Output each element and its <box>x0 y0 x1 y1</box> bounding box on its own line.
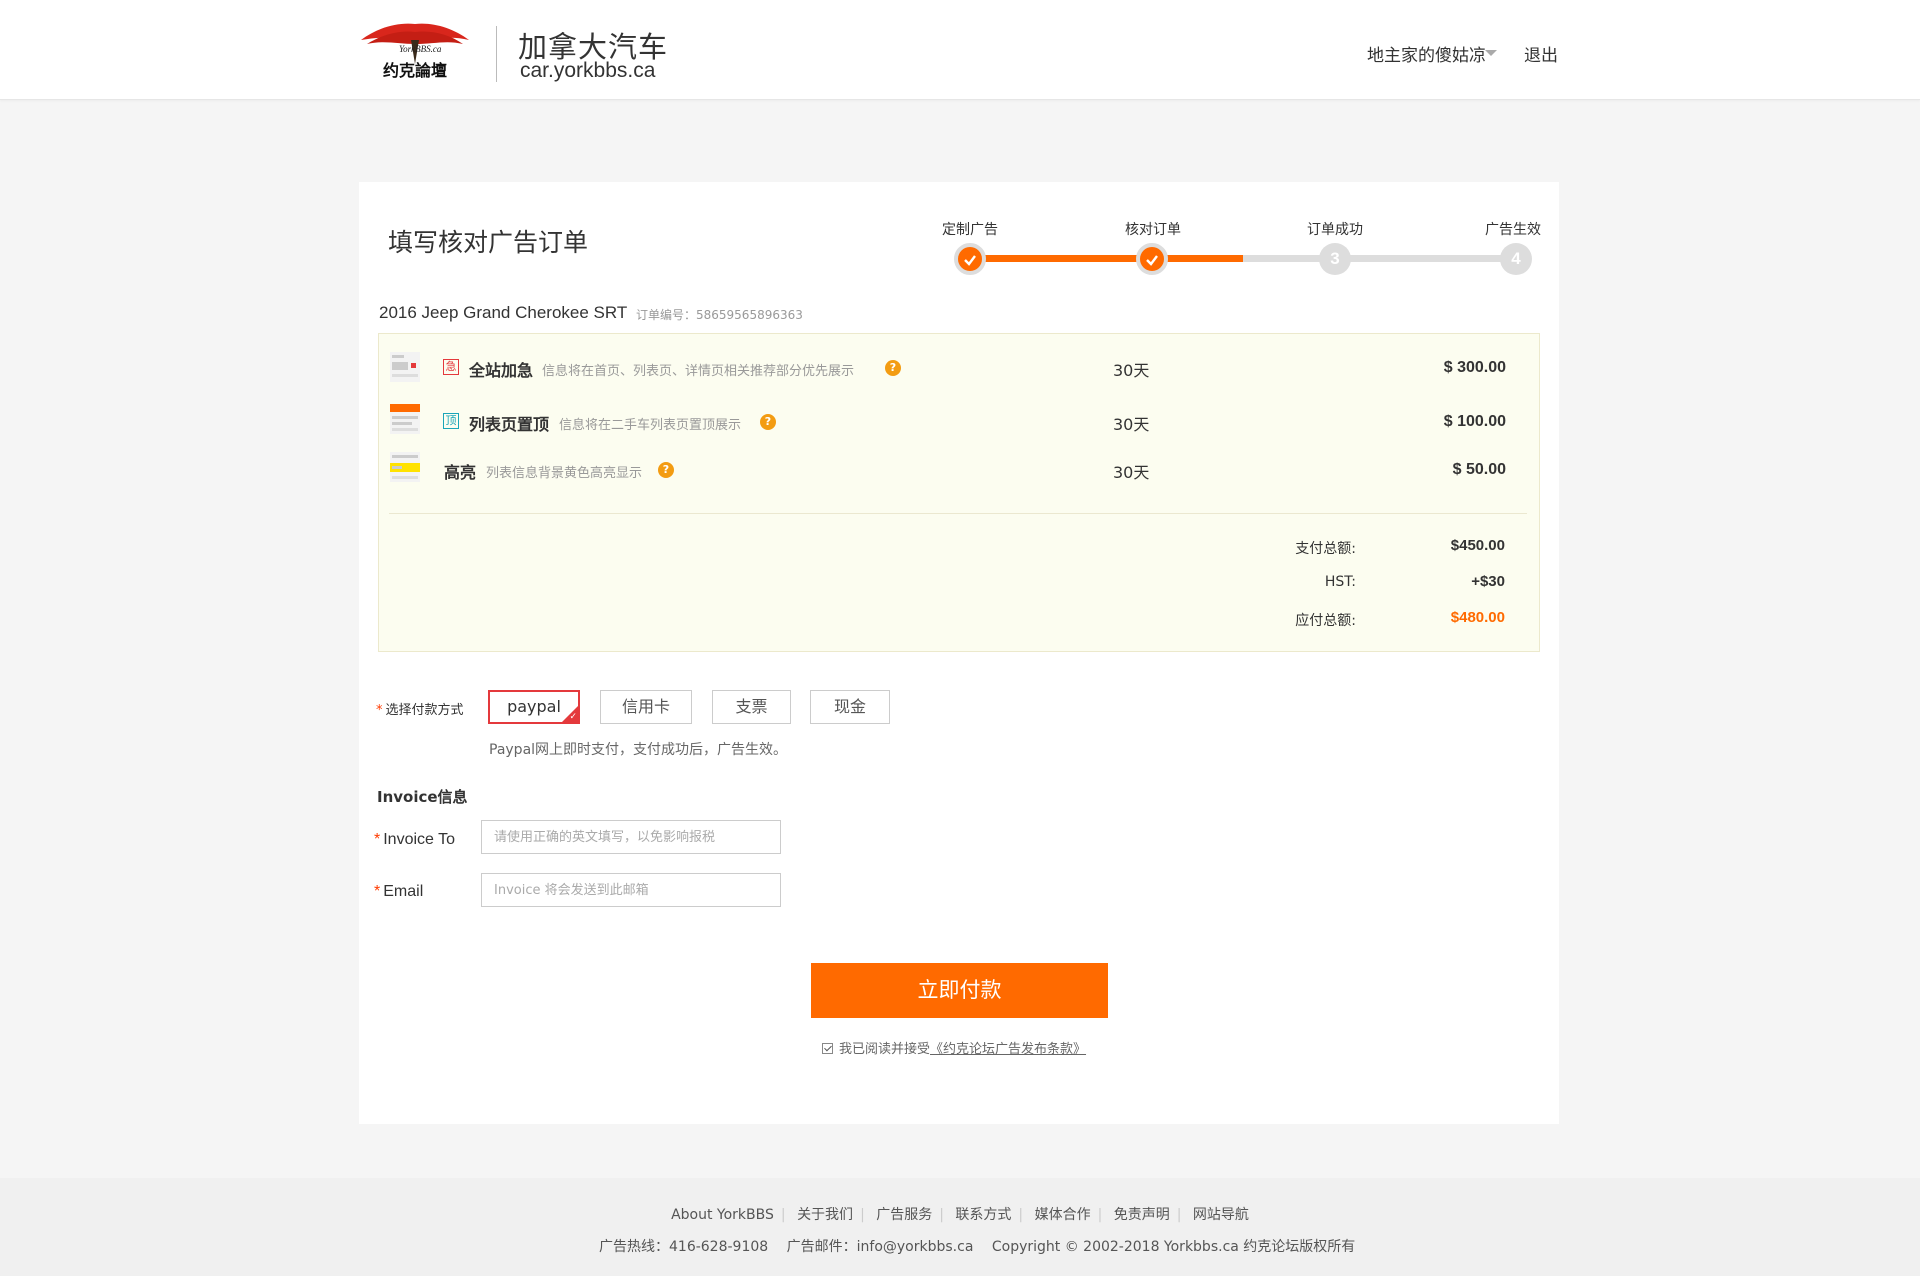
item-name: 高亮 <box>444 463 477 482</box>
email-label-text: Email <box>383 883 424 900</box>
subtotal-label: 支付总额: <box>1295 541 1356 557</box>
top-thumbnail-icon <box>390 404 420 434</box>
item-price: $ 300.00 <box>1443 359 1506 376</box>
order-summary-box <box>378 333 1540 652</box>
logo-divider <box>496 26 497 82</box>
payment-label-text: 选择付款方式 <box>385 703 464 718</box>
footer-link-sitemap[interactable]: 网站导航 <box>1193 1207 1249 1223</box>
item-name: 全站加急 <box>469 361 534 380</box>
user-menu[interactable]: 地主家的傻姑凉 <box>1367 41 1486 66</box>
email-label: * Email <box>374 883 423 901</box>
separator: | <box>939 1207 944 1223</box>
hst-label: HST: <box>1324 574 1356 590</box>
invoice-to-label: * Invoice To <box>374 831 455 849</box>
step-label-1: 定制广告 <box>942 222 998 238</box>
top-badge-icon: 顶 <box>443 413 459 429</box>
total-label: 应付总额: <box>1295 613 1356 629</box>
item-days: 30天 <box>1113 361 1150 380</box>
agree-text: 我已阅读并接受 <box>839 1042 931 1057</box>
separator: | <box>780 1207 786 1223</box>
yorkbbs-logo[interactable]: YorkBBS.ca 约克論壇 <box>357 18 471 84</box>
email-input[interactable] <box>481 873 781 907</box>
pay-cheque-button[interactable]: 支票 <box>712 690 791 724</box>
pay-paypal-button[interactable]: paypal ✓ <box>488 690 580 724</box>
step-progress-fill <box>970 255 1243 262</box>
footer-link-contact[interactable]: 联系方式 <box>955 1207 1011 1223</box>
footer <box>0 1178 1920 1276</box>
site-url[interactable]: car.yorkbbs.ca <box>520 59 655 83</box>
divider <box>389 513 1527 514</box>
item-price: $ 50.00 <box>1452 461 1506 478</box>
ad-email[interactable]: 广告邮件：info@yorkbbs.ca <box>787 1239 974 1255</box>
terms-link[interactable]: 《约克论坛广告发布条款》 <box>930 1042 1086 1057</box>
step-2-check-icon <box>1136 243 1168 275</box>
item-desc: 列表信息背景黄色高亮显示 <box>486 466 643 481</box>
copyright: Copyright © 2002-2018 Yorkbbs.ca 约克论坛版权所… <box>991 1239 1356 1255</box>
terms-agreement: 我已阅读并接受《约克论坛广告发布条款》 <box>822 1038 1086 1057</box>
required-mark: * <box>374 883 381 900</box>
svg-text:约克論壇: 约克論壇 <box>383 61 447 80</box>
payment-note: Paypal网上即时支付，支付成功后，广告生效。 <box>489 742 788 758</box>
agree-checkbox[interactable] <box>822 1043 833 1054</box>
step-label-2: 核对订单 <box>1125 222 1181 238</box>
chevron-down-icon[interactable] <box>1485 50 1497 56</box>
step-3-number: 3 <box>1319 243 1351 275</box>
footer-link-about[interactable]: About YorkBBS <box>671 1207 774 1223</box>
svg-text:YorkBBS.ca: YorkBBS.ca <box>399 44 442 54</box>
logout-link[interactable]: 退出 <box>1524 41 1558 66</box>
invoice-to-label-text: Invoice To <box>383 831 455 848</box>
highlight-thumbnail-icon <box>390 452 420 482</box>
invoice-section-title: Invoice信息 <box>377 788 468 806</box>
step-1-check-icon <box>954 243 986 275</box>
pay-cash-button[interactable]: 现金 <box>810 690 890 724</box>
required-mark: * <box>374 831 381 848</box>
invoice-to-input[interactable] <box>481 820 781 854</box>
check-icon: ✓ <box>569 712 577 722</box>
item-price: $ 100.00 <box>1443 413 1506 430</box>
footer-info: 广告热线：416-628-9108 广告邮件：info@yorkbbs.ca C… <box>599 1236 1369 1256</box>
pay-paypal-label: paypal <box>507 697 561 716</box>
separator: | <box>1097 1207 1103 1223</box>
help-icon[interactable]: ? <box>760 414 776 430</box>
urgent-thumbnail-icon <box>390 352 420 382</box>
separator: | <box>1018 1207 1024 1223</box>
item-days: 30天 <box>1113 415 1150 434</box>
footer-link-media[interactable]: 媒体合作 <box>1035 1207 1091 1223</box>
step-4-number: 4 <box>1500 243 1532 275</box>
pay-credit-card-button[interactable]: 信用卡 <box>600 690 692 724</box>
step-label-3: 订单成功 <box>1307 222 1363 238</box>
item-days: 30天 <box>1113 463 1150 482</box>
subtotal-value: $450.00 <box>1450 537 1505 554</box>
ad-hotline: 广告热线：416-628-9108 <box>599 1239 769 1255</box>
order-number: 订单编号：58659565896363 <box>636 308 803 322</box>
separator: | <box>860 1207 865 1223</box>
item-desc: 信息将在首页、列表页、详情页相关推荐部分优先展示 <box>542 364 855 379</box>
footer-link-about-us[interactable]: 关于我们 <box>797 1207 853 1223</box>
separator: | <box>1176 1207 1182 1223</box>
payment-method-label: * 选择付款方式 <box>376 699 464 718</box>
page-title: 填写核对广告订单 <box>388 228 589 257</box>
pay-now-button[interactable]: 立即付款 <box>811 963 1108 1018</box>
footer-link-disclaimer[interactable]: 免责声明 <box>1114 1207 1170 1223</box>
footer-links: About YorkBBS | 关于我们 | 广告服务 | 联系方式 | 媒体合作 | 免… <box>0 1204 1920 1224</box>
help-icon[interactable]: ? <box>658 462 674 478</box>
item-desc: 信息将在二手车列表页置顶展示 <box>559 418 742 433</box>
item-name: 列表页置顶 <box>469 415 550 434</box>
hst-value: +$30 <box>1471 573 1505 590</box>
car-title: 2016 Jeep Grand Cherokee SRT <box>379 303 628 322</box>
top-header <box>0 0 1920 100</box>
required-mark: * <box>376 703 383 718</box>
urgent-badge-icon: 急 <box>443 359 459 375</box>
help-icon[interactable]: ? <box>885 360 901 376</box>
total-value: $480.00 <box>1450 609 1505 626</box>
footer-link-ad-service[interactable]: 广告服务 <box>876 1207 932 1223</box>
step-label-4: 广告生效 <box>1485 222 1541 238</box>
